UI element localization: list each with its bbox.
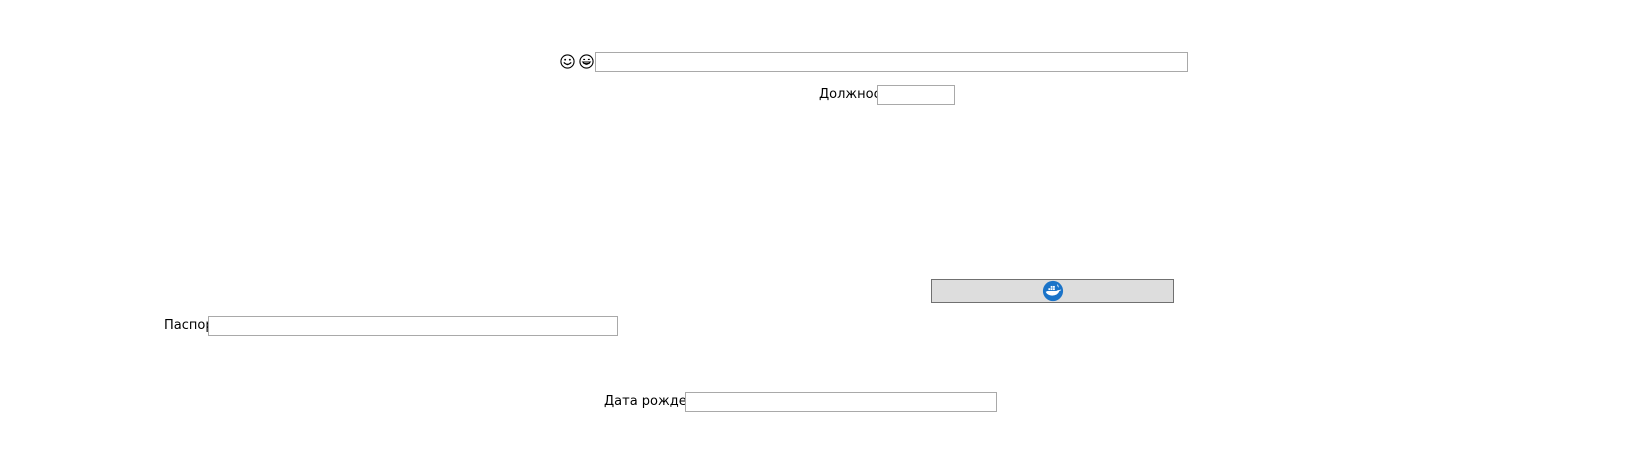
whale-logo-icon [1042,280,1063,302]
top-text-input[interactable] [595,52,1188,72]
action-button[interactable] [931,279,1174,303]
smile-with-tongue-icon[interactable] [560,54,575,69]
position-input[interactable] [877,85,955,105]
grinning-face-icon[interactable] [579,54,594,69]
birthdate-input[interactable] [685,392,997,412]
passport-input[interactable] [208,316,618,336]
